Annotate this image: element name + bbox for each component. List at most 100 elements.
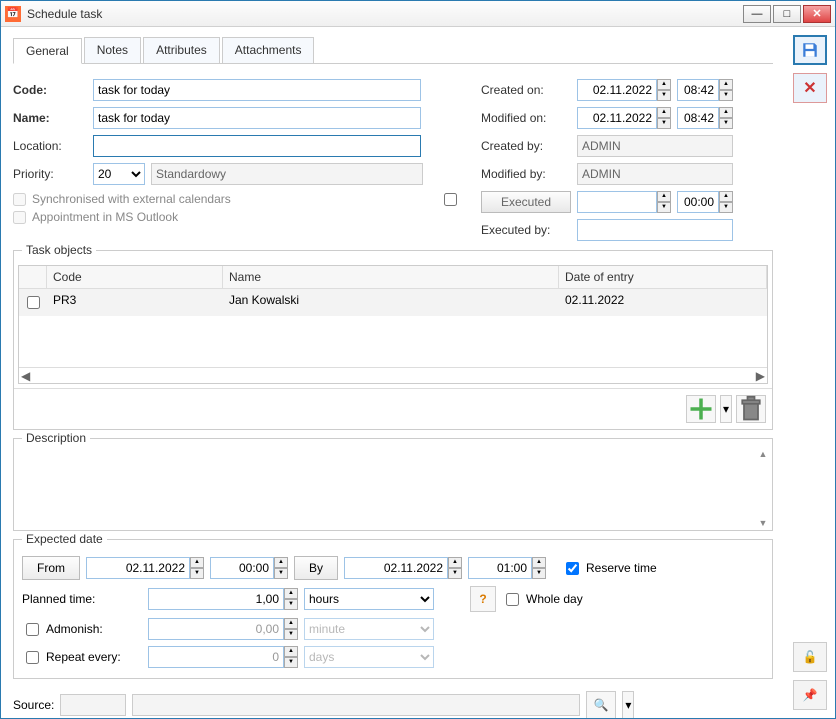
modified-on-date[interactable] (577, 107, 657, 129)
repeat-unit[interactable]: days (304, 646, 434, 668)
admonish-label: Admonish: (46, 622, 103, 636)
up-icon[interactable]: ▲ (657, 79, 671, 90)
maximize-button[interactable]: □ (773, 5, 801, 23)
by-button[interactable]: By (294, 556, 338, 580)
close-button[interactable]: ✕ (803, 5, 831, 23)
cancel-button[interactable]: ✕ (793, 73, 827, 103)
created-on-label: Created on: (481, 83, 571, 97)
expected-date-fieldset: Expected date From ▲▼ ▲▼ By ▲▼ ▲▼ Reserv… (13, 539, 773, 679)
reserve-time-checkbox[interactable] (566, 562, 579, 575)
repeat-checkbox[interactable] (26, 651, 39, 664)
source-name-input[interactable] (132, 694, 580, 716)
tab-attributes[interactable]: Attributes (143, 37, 220, 63)
admonish-unit[interactable]: minute (304, 618, 434, 640)
down-icon[interactable]: ▼ (657, 90, 671, 101)
location-input[interactable] (93, 135, 421, 157)
col-date[interactable]: Date of entry (559, 266, 767, 288)
executed-by-field[interactable] (577, 219, 733, 241)
col-name[interactable]: Name (223, 266, 559, 288)
outlook-label: Appointment in MS Outlook (32, 210, 178, 224)
admonish-checkbox[interactable] (26, 623, 39, 636)
code-input[interactable] (93, 79, 421, 101)
planned-time-unit[interactable]: hours (304, 588, 434, 610)
main-panel: General Notes Attributes Attachments Cod… (1, 27, 785, 718)
expected-date-legend: Expected date (22, 532, 107, 546)
planned-time-value[interactable] (148, 588, 284, 610)
executed-date[interactable] (577, 191, 657, 213)
grid-header: Code Name Date of entry (19, 266, 767, 289)
location-label: Location: (13, 139, 87, 153)
app-icon: 📅 (5, 6, 21, 22)
description-textarea[interactable] (14, 449, 772, 527)
executed-by-label: Executed by: (481, 223, 571, 237)
scroll-up-icon[interactable]: ▲ (756, 449, 770, 459)
save-button[interactable] (793, 35, 827, 65)
lock-button[interactable]: 🔓 (793, 642, 827, 672)
created-on-time[interactable] (677, 79, 719, 101)
repeat-label: Repeat every: (46, 650, 121, 664)
executed-button[interactable]: Executed (481, 191, 571, 213)
table-row[interactable]: PR3 Jan Kowalski 02.11.2022 (19, 289, 767, 316)
source-code-input[interactable] (60, 694, 126, 716)
modified-on-label: Modified on: (481, 111, 571, 125)
tab-notes[interactable]: Notes (84, 37, 141, 63)
scroll-down-icon[interactable]: ▼ (756, 518, 770, 528)
priority-label: Priority: (13, 167, 87, 181)
help-button[interactable]: ? (470, 586, 496, 612)
cell-code: PR3 (47, 289, 223, 316)
minimize-button[interactable]: — (743, 5, 771, 23)
titlebar[interactable]: 📅 Schedule task — □ ✕ (1, 1, 835, 27)
tab-attachments[interactable]: Attachments (222, 37, 315, 63)
aux-checkbox[interactable] (444, 193, 457, 206)
sync-checkbox[interactable] (13, 193, 26, 206)
sync-label: Synchronised with external calendars (32, 192, 231, 206)
source-lookup-dropdown[interactable]: ▾ (622, 691, 634, 718)
cell-date: 02.11.2022 (559, 289, 767, 316)
whole-day-checkbox[interactable] (506, 593, 519, 606)
repeat-value[interactable] (148, 646, 284, 668)
by-date[interactable] (344, 557, 448, 579)
whole-day-label: Whole day (526, 592, 583, 606)
from-button[interactable]: From (22, 556, 80, 580)
admonish-value[interactable] (148, 618, 284, 640)
grid-body[interactable]: PR3 Jan Kowalski 02.11.2022 (19, 289, 767, 367)
source-lookup-button[interactable]: 🔍 (586, 691, 616, 718)
schedule-task-window: 📅 Schedule task — □ ✕ General Notes Attr… (0, 0, 836, 719)
pin-button[interactable]: 📌 (793, 680, 827, 710)
name-input[interactable] (93, 107, 421, 129)
outlook-checkbox[interactable] (13, 211, 26, 224)
search-icon: 🔍 (594, 698, 609, 712)
planned-time-label: Planned time: (22, 592, 142, 606)
by-time[interactable] (468, 557, 532, 579)
description-legend: Description (22, 431, 90, 445)
lock-icon: 🔓 (803, 650, 818, 664)
question-icon: ? (479, 592, 486, 606)
description-fieldset: Description ▲▼ (13, 438, 773, 531)
source-label: Source: (13, 698, 54, 712)
executed-time[interactable] (677, 191, 719, 213)
created-by-label: Created by: (481, 139, 571, 153)
priority-select[interactable]: 20 (93, 163, 145, 185)
from-date[interactable] (86, 557, 190, 579)
from-time[interactable] (210, 557, 274, 579)
modified-by-label: Modified by: (481, 167, 571, 181)
priority-text (151, 163, 423, 185)
created-by-field (577, 135, 733, 157)
add-button[interactable] (686, 395, 716, 423)
task-objects-legend: Task objects (22, 243, 96, 257)
name-label: Name: (13, 111, 87, 125)
code-label: Code: (13, 83, 87, 97)
close-icon: ✕ (803, 78, 816, 98)
window-title: Schedule task (27, 7, 743, 21)
tab-general[interactable]: General (13, 38, 82, 64)
task-objects-fieldset: Task objects Code Name Date of entry PR3… (13, 250, 773, 430)
col-code[interactable]: Code (47, 266, 223, 288)
add-dropdown[interactable]: ▾ (720, 395, 732, 423)
modified-on-time[interactable] (677, 107, 719, 129)
delete-button[interactable] (736, 395, 766, 423)
cell-name: Jan Kowalski (223, 289, 559, 316)
sidebar: ✕ 🔓 📌 (785, 27, 835, 718)
created-on-date[interactable] (577, 79, 657, 101)
grid-scrollbar[interactable]: ◀▶ (19, 367, 767, 383)
row-checkbox[interactable] (27, 296, 40, 309)
